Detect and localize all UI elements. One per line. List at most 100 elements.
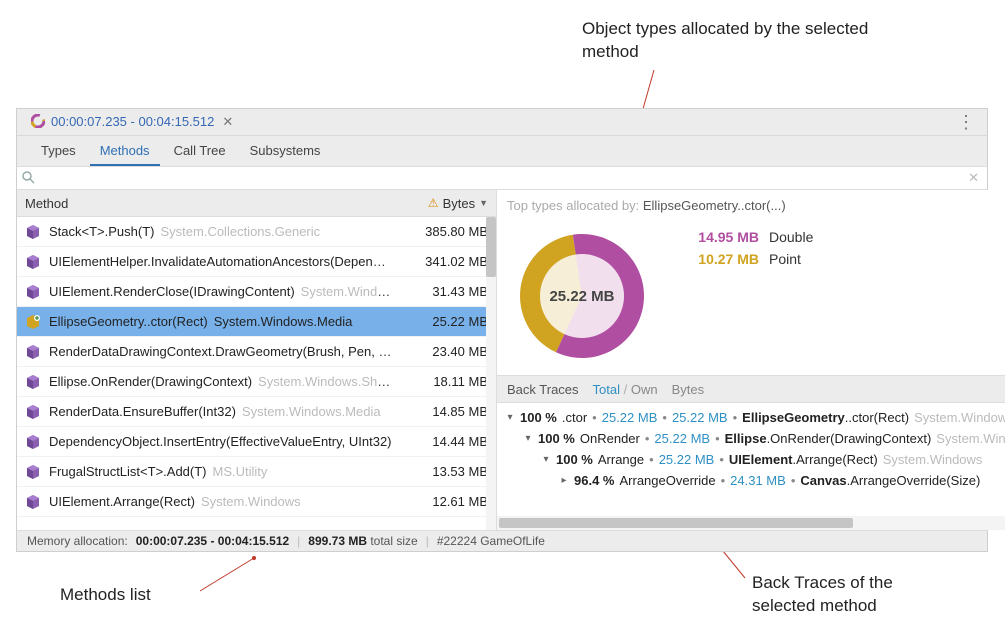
search-input[interactable] bbox=[35, 167, 964, 189]
method-bytes: 23.40 MB bbox=[400, 344, 488, 359]
backtraces-mode-own[interactable]: Own bbox=[631, 382, 658, 397]
column-header-method[interactable]: Method bbox=[25, 196, 400, 211]
method-name: FrugalStructList<T>.Add(T)MS.Utility bbox=[49, 464, 392, 479]
chevron-down-icon: ▼ bbox=[479, 198, 488, 208]
method-row[interactable]: FrugalStructList<T>.Add(T)MS.Utility 13.5… bbox=[17, 457, 496, 487]
horizontal-scrollbar-thumb[interactable] bbox=[499, 518, 853, 528]
method-icon bbox=[25, 494, 41, 510]
backtrace-total: 25.22 MB bbox=[654, 431, 710, 446]
document-tab[interactable]: 00:00:07.235 - 00:04:15.512 ✕ bbox=[23, 109, 241, 135]
status-label: Memory allocation: bbox=[27, 534, 128, 548]
view-tabs: Types Methods Call Tree Subsystems bbox=[17, 136, 987, 166]
tab-methods[interactable]: Methods bbox=[90, 137, 160, 166]
status-range: 00:00:07.235 - 00:04:15.512 bbox=[136, 534, 289, 548]
backtrace-row[interactable]: ▾100 % Arrange • 25.22 MB • UIElement.Ar… bbox=[497, 449, 1005, 470]
horizontal-scrollbar[interactable] bbox=[497, 516, 1005, 530]
scrollbar-track[interactable] bbox=[486, 217, 496, 530]
backtrace-row[interactable]: ▸96.4 % ArrangeOverride • 24.31 MB • Can… bbox=[497, 470, 1005, 491]
method-bytes: 25.22 MB bbox=[400, 314, 488, 329]
more-icon[interactable]: ⋮ bbox=[951, 112, 981, 133]
legend-row: 14.95 MBDouble bbox=[687, 229, 813, 245]
method-row[interactable]: UIElement.Arrange(Rect)System.Windows 12.… bbox=[17, 487, 496, 517]
memory-profiler-panel: 00:00:07.235 - 00:04:15.512 ✕ ⋮ Types Me… bbox=[16, 108, 988, 552]
backtrace-class: Canvas.ArrangeOverride(Size) bbox=[800, 473, 980, 488]
tab-types[interactable]: Types bbox=[31, 137, 86, 166]
method-row[interactable]: RenderData.EnsureBuffer(Int32)System.Win… bbox=[17, 397, 496, 427]
method-bytes: 385.80 MB bbox=[400, 224, 488, 239]
methods-list-pane: Method ⚠ Bytes ▼ Stack<T>.Push(T)System.… bbox=[17, 190, 497, 530]
document-tab-label: 00:00:07.235 - 00:04:15.512 bbox=[51, 114, 214, 129]
method-row[interactable]: DependencyObject.InsertEntry(EffectiveVa… bbox=[17, 427, 496, 457]
legend-name: Point bbox=[769, 251, 801, 267]
method-bytes: 14.85 MB bbox=[400, 404, 488, 419]
method-name: UIElementHelper.InvalidateAutomationAnce… bbox=[49, 254, 392, 269]
donut-legend: 14.95 MBDouble 10.27 MB Point bbox=[687, 221, 813, 371]
method-name: UIElement.RenderClose(IDrawingContent)Sy… bbox=[49, 284, 392, 299]
methods-rows: Stack<T>.Push(T)System.Collections.Gener… bbox=[17, 217, 496, 530]
method-icon bbox=[25, 464, 41, 480]
scrollbar-thumb[interactable] bbox=[486, 217, 496, 277]
close-icon[interactable]: ✕ bbox=[222, 115, 233, 128]
top-types-caption: Top types allocated by: EllipseGeometry.… bbox=[507, 198, 1005, 213]
method-row[interactable]: RenderDataDrawingContext.DrawGeometry(Br… bbox=[17, 337, 496, 367]
backtraces-mode-bytes[interactable]: Bytes bbox=[672, 382, 705, 397]
annotation-bottom-right: Back Traces of the selected method bbox=[752, 572, 952, 618]
backtrace-percent: 100 % bbox=[538, 431, 575, 446]
method-bytes: 12.61 MB bbox=[400, 494, 488, 509]
warning-icon: ⚠ bbox=[428, 196, 439, 210]
snapshot-icon bbox=[31, 114, 45, 128]
method-row[interactable]: Stack<T>.Push(T)System.Collections.Gener… bbox=[17, 217, 496, 247]
method-name: Ellipse.OnRender(DrawingContext)System.W… bbox=[49, 374, 392, 389]
donut-chart: 25.22 MB bbox=[507, 221, 657, 371]
main-columns: Method ⚠ Bytes ▼ Stack<T>.Push(T)System.… bbox=[17, 190, 987, 530]
method-icon bbox=[25, 254, 41, 270]
method-icon bbox=[25, 374, 41, 390]
column-header-bytes[interactable]: ⚠ Bytes ▼ bbox=[400, 196, 488, 211]
back-traces-header: Back Traces Total / Own Bytes bbox=[497, 376, 1005, 403]
back-traces-pane: Back Traces Total / Own Bytes ▾100 % .ct… bbox=[497, 376, 1005, 530]
method-icon bbox=[25, 434, 41, 450]
method-row[interactable]: Ellipse.OnRender(DrawingContext)System.W… bbox=[17, 367, 496, 397]
expander-icon[interactable]: ▾ bbox=[505, 412, 515, 423]
document-tabstrip: 00:00:07.235 - 00:04:15.512 ✕ ⋮ bbox=[17, 109, 987, 136]
expander-icon[interactable]: ▾ bbox=[541, 454, 551, 465]
method-icon bbox=[25, 224, 41, 240]
method-row[interactable]: UIElement.RenderClose(IDrawingContent)Sy… bbox=[17, 277, 496, 307]
method-bytes: 14.44 MB bbox=[400, 434, 488, 449]
method-bytes: 31.43 MB bbox=[400, 284, 488, 299]
legend-value: 10.27 MB bbox=[687, 251, 759, 267]
search-bar: ✕ bbox=[17, 166, 987, 190]
backtrace-own: 25.22 MB bbox=[672, 410, 728, 425]
back-traces-label: Back Traces bbox=[507, 382, 579, 397]
backtrace-row[interactable]: ▾100 % .ctor • 25.22 MB • 25.22 MB • Ell… bbox=[497, 407, 1005, 428]
backtrace-total: 25.22 MB bbox=[659, 452, 715, 467]
donut-center-label: 25.22 MB bbox=[507, 221, 657, 371]
expander-icon[interactable]: ▾ bbox=[523, 433, 533, 444]
clear-search-icon[interactable]: ✕ bbox=[964, 170, 983, 186]
search-icon bbox=[21, 170, 35, 187]
backtrace-percent: 100 % bbox=[556, 452, 593, 467]
backtrace-total: 24.31 MB bbox=[730, 473, 786, 488]
method-name: RenderData.EnsureBuffer(Int32)System.Win… bbox=[49, 404, 392, 419]
backtrace-total: 25.22 MB bbox=[602, 410, 658, 425]
method-row[interactable]: EllipseGeometry..ctor(Rect)System.Window… bbox=[17, 307, 496, 337]
constructor-icon bbox=[25, 314, 41, 330]
method-name: Stack<T>.Push(T)System.Collections.Gener… bbox=[49, 224, 392, 239]
method-row[interactable]: UIElementHelper.InvalidateAutomationAnce… bbox=[17, 247, 496, 277]
expander-icon[interactable]: ▸ bbox=[559, 475, 569, 486]
legend-row: 10.27 MB Point bbox=[687, 251, 813, 267]
method-bytes: 13.53 MB bbox=[400, 464, 488, 479]
method-name: RenderDataDrawingContext.DrawGeometry(Br… bbox=[49, 344, 392, 359]
status-total-size: 899.73 MB bbox=[308, 534, 367, 548]
method-bytes: 18.11 MB bbox=[400, 374, 488, 389]
backtraces-mode-total[interactable]: Total bbox=[593, 382, 620, 397]
annotation-bottom-left: Methods list bbox=[60, 584, 151, 607]
backtrace-row[interactable]: ▾100 % OnRender • 25.22 MB • Ellipse.OnR… bbox=[497, 428, 1005, 449]
details-pane: Top types allocated by: EllipseGeometry.… bbox=[497, 190, 1005, 530]
method-name: UIElement.Arrange(Rect)System.Windows bbox=[49, 494, 392, 509]
method-icon bbox=[25, 284, 41, 300]
legend-name: Double bbox=[769, 229, 813, 245]
tab-subsystems[interactable]: Subsystems bbox=[240, 137, 331, 166]
back-traces-rows: ▾100 % .ctor • 25.22 MB • 25.22 MB • Ell… bbox=[497, 403, 1005, 516]
tab-call-tree[interactable]: Call Tree bbox=[164, 137, 236, 166]
